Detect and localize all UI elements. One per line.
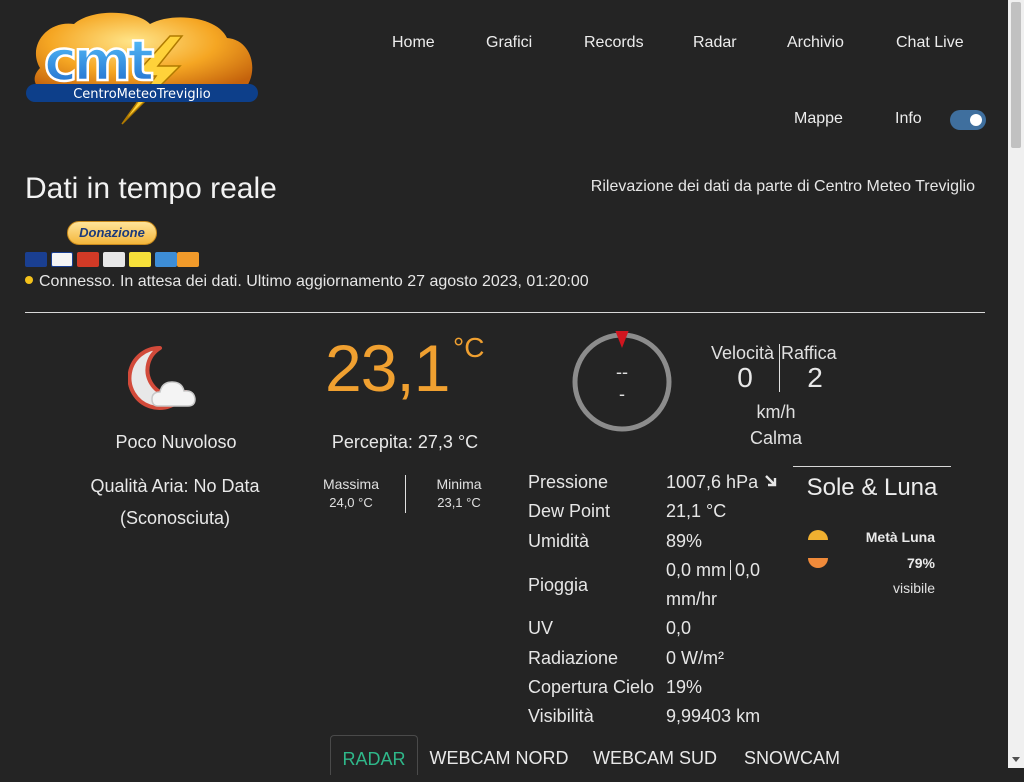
scrollbar-thumb[interactable] — [1011, 2, 1021, 148]
svg-text:CentroMeteoTreviglio: CentroMeteoTreviglio — [73, 87, 211, 102]
pressure-label: Pressione — [528, 472, 609, 492]
dew-point-value: 21,1 °C — [666, 501, 727, 521]
wind-direction-line2: - — [619, 384, 625, 404]
moon-phase-top-icon — [808, 530, 828, 540]
divider — [25, 312, 985, 313]
pressure-value-text: 1007,6 hPa — [666, 472, 759, 492]
feels-like: Percepita: 27,3 °C — [331, 432, 479, 452]
page-title: Dati in tempo reale — [25, 172, 277, 205]
amex-card-icon — [155, 252, 177, 267]
temperature-value: 23,1 — [325, 331, 450, 405]
radiation-value: 0 W/m² — [666, 648, 724, 668]
humidity-value: 89% — [666, 531, 703, 551]
wind-speed-value: 0 — [737, 362, 753, 393]
sun-moon-title: Sole & Luna — [806, 474, 938, 501]
rain-rate-unit: mm/hr — [666, 589, 717, 609]
wind-divider — [779, 344, 780, 392]
humidity-label: Umidità — [528, 531, 590, 551]
cloud-cover-value: 19% — [666, 677, 703, 697]
moon-visible-percent: 79% — [906, 555, 935, 571]
nav-home[interactable]: Home — [392, 34, 435, 52]
cloud-cover-label: Copertura Cielo — [528, 677, 655, 697]
tab-webcam-nord[interactable]: WEBCAM NORD — [428, 735, 570, 775]
visibility-value: 9,99403 km — [666, 706, 761, 726]
theme-toggle[interactable] — [950, 110, 986, 130]
tab-webcam-sud[interactable]: WEBCAM SUD — [590, 735, 720, 775]
visibility-label: Visibilità — [528, 706, 594, 726]
pressure-value: 1007,6 hPa — [666, 472, 778, 493]
max-temp-value: 24,0 °C — [329, 495, 373, 510]
tab-radar[interactable]: RADAR — [330, 735, 418, 775]
nav-records[interactable]: Records — [584, 34, 644, 52]
status-text: Connesso. In attesa dei dati. Ultimo agg… — [39, 273, 589, 290]
wind-gust-value: 2 — [807, 362, 823, 393]
donate-button[interactable]: Donazione — [67, 221, 157, 245]
scroll-down-arrow-icon[interactable] — [1008, 752, 1024, 768]
moon-phase-label: Metà Luna — [865, 529, 935, 545]
minmax-divider — [405, 475, 406, 513]
nav-archivio[interactable]: Archivio — [787, 34, 844, 52]
visa-card-icon — [51, 252, 73, 267]
rain-value: 0,0 mm 0,0 — [666, 560, 760, 581]
page-subtitle: Rilevazione dei dati da parte di Centro … — [590, 178, 975, 195]
wind-description: Calma — [749, 428, 802, 448]
status-dot-icon — [25, 276, 33, 284]
wind-direction-arrow-icon — [615, 330, 629, 348]
moon-phase-bottom-icon — [808, 558, 828, 568]
moon-cloud-icon — [127, 344, 210, 414]
wind-unit: km/h — [756, 402, 796, 422]
connection-status: Connesso. In attesa dei dati. Ultimo agg… — [25, 273, 589, 291]
tab-snowcam[interactable]: SNOWCAM — [740, 735, 844, 775]
paypal-card-icon — [103, 252, 125, 267]
uv-label: UV — [528, 618, 554, 638]
dew-point-label: Dew Point — [528, 501, 611, 521]
wind-gust-label: Raffica — [781, 343, 837, 363]
discover-card-icon — [177, 252, 199, 267]
mastercard-card-icon — [77, 252, 99, 267]
nav-chat-live[interactable]: Chat Live — [896, 34, 964, 52]
sun-moon-divider — [793, 466, 951, 467]
condition-label: Poco Nuvoloso — [115, 432, 237, 452]
maestro-card-icon — [25, 252, 47, 267]
site-logo[interactable]: cmt CentroMeteoTreviglio — [22, 6, 262, 128]
nav-mappe[interactable]: Mappe — [794, 110, 843, 128]
nav-radar[interactable]: Radar — [693, 34, 737, 52]
moon-visible-label: visibile — [892, 580, 935, 596]
postepay-card-icon — [129, 252, 151, 267]
min-temp-value: 23,1 °C — [437, 495, 481, 510]
rain-rate: 0,0 — [735, 560, 761, 580]
falling-trend-icon — [764, 472, 778, 493]
wind-speed-label: Velocità — [711, 343, 775, 363]
rain-label: Pioggia — [528, 575, 589, 595]
max-temp-label: Massima — [322, 476, 379, 492]
air-quality-label: Qualità Aria: No Data — [90, 476, 260, 496]
uv-value: 0,0 — [666, 618, 692, 638]
logo-image: cmt CentroMeteoTreviglio — [26, 12, 258, 125]
nav-info[interactable]: Info — [895, 110, 922, 128]
min-temp-label: Minima — [436, 476, 482, 492]
radiation-label: Radiazione — [528, 648, 619, 668]
wind-direction-line1: -- — [616, 362, 628, 382]
temperature-unit: °C — [453, 332, 485, 363]
air-quality-status: (Sconosciuta) — [119, 508, 231, 528]
rain-total: 0,0 mm — [666, 560, 727, 580]
nav-grafici[interactable]: Grafici — [486, 34, 532, 52]
